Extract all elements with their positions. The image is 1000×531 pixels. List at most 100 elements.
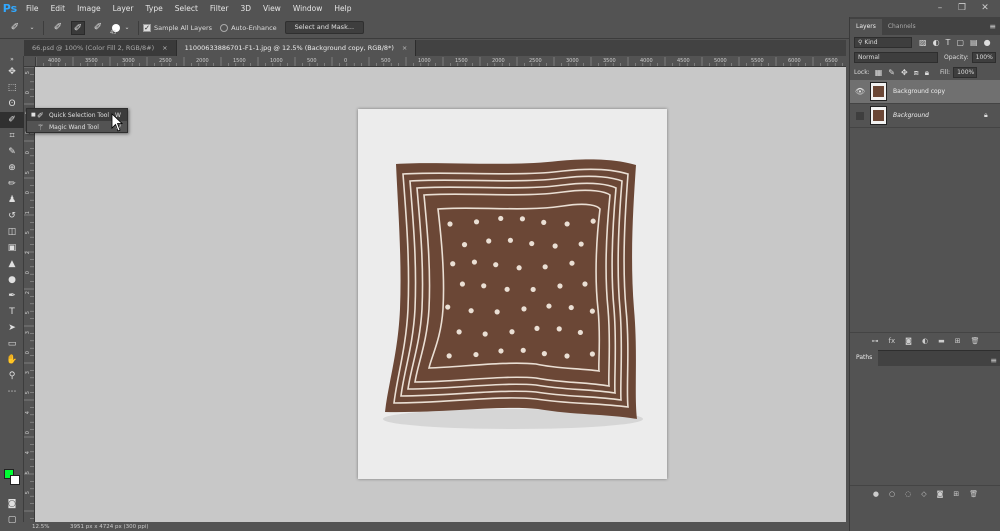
zoom-tool-icon[interactable]: ⚲ [0, 368, 24, 384]
close-icon[interactable]: × [162, 40, 167, 56]
select-and-mask-button[interactable]: Select and Mask... [284, 21, 365, 34]
eye-icon[interactable]: 👁︎ [850, 87, 870, 96]
add-to-selection-icon[interactable]: ✐ [71, 20, 85, 35]
move-tool-icon[interactable]: ✥ [0, 64, 24, 80]
lock-position-icon[interactable]: ✥ [901, 68, 908, 77]
filter-toggle-icon[interactable]: ● [984, 38, 991, 47]
layer-thumbnail [870, 82, 887, 101]
chevron-down-icon[interactable]: ⌄ [123, 21, 131, 35]
tab-66-psd[interactable]: 66.psd @ 100% (Color Fill 2, RGB/8#) × [24, 40, 177, 56]
adjustment-filter-icon[interactable]: ◐ [933, 38, 940, 47]
layer-name[interactable]: Background [893, 112, 984, 119]
tab-layers[interactable]: Layers [850, 19, 882, 35]
ruler-origin[interactable] [24, 57, 36, 67]
blend-mode-select[interactable]: Normal [854, 52, 938, 63]
layer-row-background-copy[interactable]: 👁︎ Background copy [850, 80, 1000, 104]
stroke-path-icon[interactable]: ○ [889, 490, 895, 498]
path-selection-tool-icon[interactable]: ➤ [0, 320, 24, 336]
new-selection-icon[interactable]: ✐ [51, 21, 65, 35]
new-path-icon[interactable]: ⊞ [953, 490, 959, 498]
menu-file[interactable]: File [20, 0, 45, 17]
menu-image[interactable]: Image [71, 0, 107, 17]
visibility-toggle[interactable] [856, 111, 864, 120]
shape-tool-icon[interactable]: ▭ [0, 336, 24, 352]
lock-transparent-icon[interactable]: ▦ [875, 68, 883, 77]
dodge-tool-icon[interactable]: ● [0, 272, 24, 288]
eyedropper-tool-icon[interactable]: ✎ [0, 144, 24, 160]
adjustment-layer-icon[interactable]: ◐ [922, 337, 928, 345]
more-tools-icon[interactable]: ⋯ [0, 384, 24, 400]
quick-selection-tool-icon[interactable]: ✐ [0, 112, 24, 128]
blur-tool-icon[interactable]: ▲ [0, 256, 24, 272]
kind-filter-select[interactable]: ⚲ Kind [854, 37, 912, 48]
minimize-button[interactable]: – [931, 0, 949, 17]
hand-tool-icon[interactable]: ✋ [0, 352, 24, 368]
shape-filter-icon[interactable]: ▢ [956, 38, 964, 47]
menu-filter[interactable]: Filter [204, 0, 235, 17]
new-layer-icon[interactable]: ⊞ [955, 337, 961, 345]
load-selection-icon[interactable]: ◌ [905, 490, 911, 498]
opacity-input[interactable]: 100% [971, 52, 996, 63]
menu-window[interactable]: Window [287, 0, 329, 17]
smart-object-filter-icon[interactable]: ▤ [970, 38, 978, 47]
marquee-tool-icon[interactable]: ⬚ [0, 80, 24, 96]
delete-path-icon[interactable]: 🗑︎ [969, 490, 978, 498]
lock-image-icon[interactable]: ✎ [888, 68, 895, 77]
tab-paths[interactable]: Paths [850, 350, 879, 366]
panel-menu-icon[interactable]: ≡ [989, 22, 996, 31]
image-filter-icon[interactable]: ▨ [919, 38, 927, 47]
type-tool-icon[interactable]: T [0, 304, 24, 320]
fill-input[interactable]: 100% [953, 67, 978, 78]
gradient-tool-icon[interactable]: ▣ [0, 240, 24, 256]
add-mask-icon[interactable]: ◙ [905, 337, 912, 345]
new-group-icon[interactable]: ▬ [938, 337, 945, 345]
auto-enhance-checkbox[interactable] [220, 23, 229, 32]
layer-name[interactable]: Background copy [893, 88, 1000, 95]
lock-artboard-icon[interactable]: ⧈ [914, 68, 919, 77]
history-brush-tool-icon[interactable]: ↺ [0, 208, 24, 224]
background-color-swatch[interactable] [10, 475, 20, 485]
tab-scarf-jpg[interactable]: 11000633886701-F1-1.jpg @ 12.5% (Backgro… [176, 40, 417, 56]
vertical-ruler[interactable]: 5050050152025303540455 [24, 67, 35, 522]
quick-selection-preset-icon[interactable]: ✐ [8, 21, 22, 35]
clone-stamp-tool-icon[interactable]: ♟ [0, 192, 24, 208]
fill-path-icon[interactable]: ● [873, 490, 879, 498]
close-window-button[interactable]: ✕ [976, 0, 994, 17]
menu-3d[interactable]: 3D [234, 0, 257, 17]
menu-layer[interactable]: Layer [107, 0, 140, 17]
screen-mode-icon[interactable]: ▢ [0, 512, 24, 528]
layer-style-icon[interactable]: fx [889, 337, 896, 345]
document-image[interactable] [358, 109, 667, 479]
menu-view[interactable]: View [257, 0, 287, 17]
type-filter-icon[interactable]: T [946, 38, 951, 47]
make-work-path-icon[interactable]: ◇ [921, 490, 926, 498]
crop-tool-icon[interactable]: ⌗ [0, 128, 24, 144]
link-layers-icon[interactable]: ⊶ [872, 337, 879, 345]
menu-type[interactable]: Type [140, 0, 169, 17]
add-mask-icon[interactable]: ◙ [937, 490, 944, 498]
panel-menu-icon[interactable]: ≡ [990, 356, 997, 365]
healing-brush-tool-icon[interactable]: ⊕ [0, 160, 24, 176]
canvas-area[interactable] [35, 67, 846, 522]
eraser-tool-icon[interactable]: ◫ [0, 224, 24, 240]
menu-edit[interactable]: Edit [45, 0, 72, 17]
lock-all-icon[interactable]: 🔒︎ [925, 68, 929, 77]
lasso-tool-icon[interactable]: ʘ [0, 96, 24, 112]
collapse-toolbar-icon[interactable]: » [0, 56, 24, 64]
tab-channels[interactable]: Channels [882, 19, 922, 35]
pen-tool-icon[interactable]: ✒ [0, 288, 24, 304]
chevron-down-icon[interactable]: ⌄ [28, 21, 36, 35]
horizontal-ruler[interactable]: 4000 3500 3000 2500 2000 1500 1000 500 0 500 1000 1… [36, 57, 846, 67]
brush-tool-icon[interactable]: ✏ [0, 176, 24, 192]
delete-layer-icon[interactable]: 🗑︎ [971, 337, 980, 345]
restore-button[interactable]: ❐ [953, 0, 971, 17]
document-info[interactable]: 3951 px x 4724 px (300 ppi) [70, 524, 149, 530]
menu-select[interactable]: Select [169, 0, 204, 17]
close-icon[interactable]: × [402, 40, 407, 56]
subtract-from-selection-icon[interactable]: ✐ [91, 21, 105, 35]
sample-all-layers-checkbox[interactable]: ✓ [143, 23, 151, 32]
quick-mask-icon[interactable]: ◙ [0, 496, 24, 512]
menu-help[interactable]: Help [328, 0, 357, 17]
layer-row-background[interactable]: Background 🔒︎ [850, 104, 1000, 128]
zoom-level[interactable]: 12.5% [24, 524, 64, 530]
